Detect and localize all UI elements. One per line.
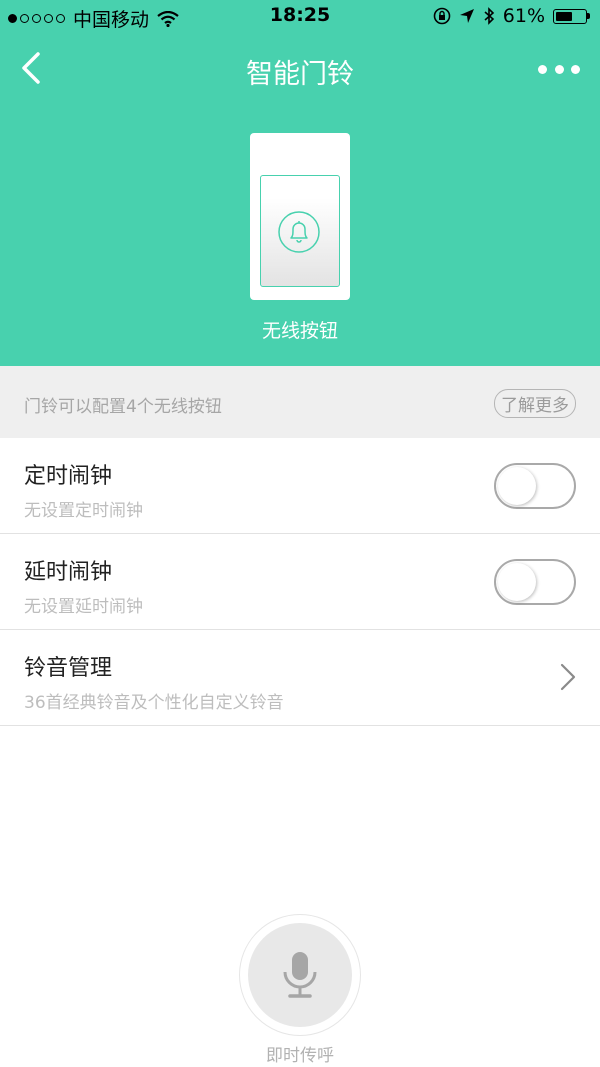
wireless-button-card[interactable] xyxy=(250,133,350,300)
row-subtitle: 无设置定时闹钟 xyxy=(24,501,143,521)
toggle-knob xyxy=(498,467,536,505)
intercom-button-inner xyxy=(248,923,352,1027)
row-subtitle: 无设置延时闹钟 xyxy=(24,597,143,617)
row-title: 定时闹钟 xyxy=(24,464,113,489)
device-button-face xyxy=(260,175,340,287)
bluetooth-icon xyxy=(484,7,494,25)
info-bar: 门铃可以配置4个无线按钮 了解更多 xyxy=(0,366,600,438)
page-title: 智能门铃 xyxy=(246,59,354,90)
more-dots-icon xyxy=(538,64,547,74)
instant-intercom-button[interactable] xyxy=(239,914,361,1036)
battery-percent: 61% xyxy=(502,5,545,27)
nav-bar: 智能门铃 xyxy=(0,40,600,96)
row-title: 铃音管理 xyxy=(24,656,113,681)
status-bar: 中国移动 18:25 61% xyxy=(0,0,600,34)
settings-row-timed-alarm[interactable]: 定时闹钟 无设置定时闹钟 xyxy=(0,438,600,534)
header: 中国移动 18:25 61% 智能门铃 无线按钮 xyxy=(0,0,600,366)
row-title: 延时闹钟 xyxy=(24,560,113,585)
info-text: 门铃可以配置4个无线按钮 xyxy=(24,397,222,417)
location-arrow-icon xyxy=(459,9,474,23)
row-subtitle: 36首经典铃音及个性化自定义铃音 xyxy=(24,693,284,713)
learn-more-button[interactable]: 了解更多 xyxy=(494,389,576,418)
more-options-button[interactable] xyxy=(538,54,580,84)
status-right: 61% xyxy=(433,5,590,27)
microphone-icon xyxy=(283,952,317,998)
timed-alarm-toggle[interactable] xyxy=(494,463,576,509)
bell-icon xyxy=(278,211,320,253)
delay-alarm-toggle[interactable] xyxy=(494,559,576,605)
smart-doorbell-screen: 中国移动 18:25 61% 智能门铃 无线按钮 门铃可以配置4个无线按钮 了解… xyxy=(0,0,600,1067)
intercom-label: 即时传呼 xyxy=(266,1046,334,1066)
chevron-right-icon[interactable] xyxy=(558,662,578,692)
settings-row-delay-alarm[interactable]: 延时闹钟 无设置延时闹钟 xyxy=(0,534,600,630)
device-label: 无线按钮 xyxy=(261,320,338,342)
rotation-lock-icon xyxy=(433,7,451,25)
toggle-knob xyxy=(498,563,536,601)
battery-icon xyxy=(553,8,590,24)
settings-row-ringtone-management[interactable]: 铃音管理 36首经典铃音及个性化自定义铃音 xyxy=(0,630,600,726)
